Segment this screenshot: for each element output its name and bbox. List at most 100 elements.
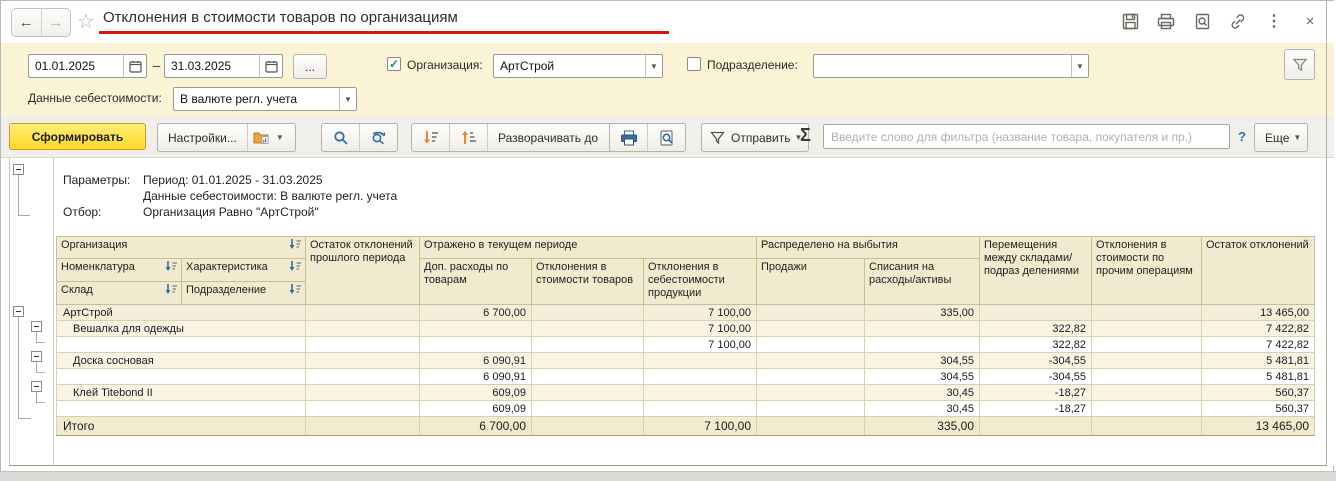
value-cell[interactable] — [531, 400, 644, 417]
value-cell[interactable] — [756, 304, 865, 321]
item-group-expander[interactable] — [31, 381, 42, 392]
value-cell[interactable] — [419, 336, 532, 353]
close-icon[interactable]: × — [1300, 11, 1320, 31]
col-header-transfers[interactable]: Перемещения между складами/подраз делени… — [979, 236, 1092, 305]
chevron-down-icon[interactable]: ▼ — [1071, 55, 1088, 77]
row-name-cell[interactable] — [56, 368, 306, 385]
value-cell[interactable] — [531, 384, 644, 401]
value-cell[interactable] — [531, 352, 644, 369]
value-cell[interactable]: 560,37 — [1201, 400, 1315, 417]
value-cell[interactable] — [756, 384, 865, 401]
chevron-down-icon[interactable]: ▼ — [339, 88, 356, 110]
value-cell[interactable] — [1091, 304, 1202, 321]
period-from-value[interactable]: 01.01.2025 — [29, 59, 123, 73]
back-button[interactable]: ← — [12, 9, 41, 36]
value-cell[interactable]: 6 700,00 — [419, 416, 532, 436]
division-combo[interactable]: ▼ — [813, 54, 1089, 78]
value-cell[interactable] — [419, 320, 532, 337]
value-cell[interactable]: 6 090,91 — [419, 368, 532, 385]
value-cell[interactable] — [305, 384, 420, 401]
quick-filter-input[interactable] — [823, 124, 1230, 149]
value-cell[interactable] — [756, 336, 865, 353]
calendar-icon[interactable] — [123, 55, 146, 77]
favorite-star-icon[interactable]: ☆ — [77, 9, 95, 34]
value-cell[interactable]: 5 481,81 — [1201, 352, 1315, 369]
value-cell[interactable] — [531, 320, 644, 337]
cost-data-combo[interactable]: В валюте регл. учета ▼ — [173, 87, 357, 111]
col-header-characteristic[interactable]: Характеристика — [181, 258, 306, 282]
col-header-nomenclature[interactable]: Номенклатура — [56, 258, 182, 282]
autosum-sigma-icon[interactable]: Σ — [800, 125, 811, 146]
value-cell[interactable] — [305, 416, 420, 436]
sort-icon[interactable] — [288, 284, 302, 299]
value-cell[interactable]: 7 100,00 — [643, 416, 757, 436]
value-cell[interactable] — [305, 336, 420, 353]
value-cell[interactable] — [1091, 368, 1202, 385]
sort-icon[interactable] — [164, 261, 178, 276]
value-cell[interactable] — [531, 336, 644, 353]
value-cell[interactable] — [643, 352, 757, 369]
value-cell[interactable] — [643, 384, 757, 401]
value-cell[interactable] — [643, 368, 757, 385]
period-variants-button[interactable]: ... — [293, 54, 327, 79]
division-checkbox[interactable]: ✓ — [687, 57, 701, 71]
col-header-dev-production[interactable]: Отклонения в себестоимости продукции — [643, 258, 757, 305]
value-cell[interactable] — [305, 400, 420, 417]
row-name-cell[interactable]: Вешалка для одежды — [56, 320, 306, 337]
value-cell[interactable] — [1091, 320, 1202, 337]
col-header-warehouse[interactable]: Склад — [56, 281, 182, 305]
report-variants-button[interactable]: ▼ — [246, 124, 295, 151]
value-cell[interactable]: 7 422,82 — [1201, 320, 1315, 337]
value-cell[interactable] — [305, 352, 420, 369]
sort-ascending-icon[interactable] — [449, 124, 487, 151]
period-to-value[interactable]: 31.03.2025 — [165, 59, 259, 73]
col-header-add-expenses[interactable]: Доп. расходы по товарам — [419, 258, 532, 305]
chevron-down-icon[interactable]: ▼ — [645, 55, 662, 77]
col-header-balance-prev[interactable]: Остаток отклонений прошлого периода — [305, 236, 420, 305]
col-header-sales[interactable]: Продажи — [756, 258, 865, 305]
send-button[interactable]: Отправить ▼ — [702, 124, 808, 151]
value-cell[interactable]: 335,00 — [864, 304, 980, 321]
more-actions-button[interactable]: Еще ▼ — [1255, 124, 1307, 151]
item-group-expander[interactable] — [31, 351, 42, 362]
value-cell[interactable]: 30,45 — [864, 384, 980, 401]
value-cell[interactable]: 304,55 — [864, 368, 980, 385]
save-icon[interactable] — [1120, 11, 1140, 31]
print-icon[interactable] — [1156, 11, 1176, 31]
filter-settings-button[interactable] — [1284, 49, 1315, 80]
value-cell[interactable] — [864, 320, 980, 337]
more-menu-icon[interactable]: ⋮ — [1264, 11, 1284, 31]
value-cell[interactable] — [305, 304, 420, 321]
row-name-cell[interactable]: Итого — [56, 416, 306, 436]
value-cell[interactable]: -18,27 — [979, 384, 1092, 401]
value-cell[interactable] — [1091, 352, 1202, 369]
row-name-cell[interactable]: АртСтрой — [56, 304, 306, 321]
sort-icon[interactable] — [288, 239, 302, 254]
row-name-cell[interactable] — [56, 400, 306, 417]
value-cell[interactable] — [756, 400, 865, 417]
group-header-disposals[interactable]: Распределено на выбытия — [756, 236, 980, 259]
item-group-expander[interactable] — [31, 321, 42, 332]
col-header-division[interactable]: Подразделение — [181, 281, 306, 305]
col-header-dev-goods[interactable]: Отклонения в стоимости товаров — [531, 258, 644, 305]
search-reset-icon[interactable] — [359, 124, 397, 151]
group-header-current-period[interactable]: Отражено в текущем периоде — [419, 236, 757, 259]
value-cell[interactable] — [756, 320, 865, 337]
value-cell[interactable] — [864, 336, 980, 353]
print-table-icon[interactable] — [610, 124, 647, 151]
get-link-icon[interactable] — [1228, 11, 1248, 31]
value-cell[interactable] — [305, 368, 420, 385]
value-cell[interactable] — [1091, 416, 1202, 436]
col-header-writeoffs[interactable]: Списания на расходы/активы — [864, 258, 980, 305]
value-cell[interactable]: 560,37 — [1201, 384, 1315, 401]
col-header-organization[interactable]: Организация — [56, 236, 306, 259]
organization-checkbox[interactable]: ✓ — [387, 57, 401, 71]
value-cell[interactable]: 13 465,00 — [1201, 304, 1315, 321]
period-to-field[interactable]: 31.03.2025 — [164, 54, 283, 78]
search-icon[interactable] — [322, 124, 359, 151]
org-group-expander[interactable] — [13, 306, 24, 317]
generate-button[interactable]: Сформировать — [9, 123, 146, 150]
value-cell[interactable]: 304,55 — [864, 352, 980, 369]
value-cell[interactable]: 322,82 — [979, 336, 1092, 353]
value-cell[interactable] — [531, 304, 644, 321]
